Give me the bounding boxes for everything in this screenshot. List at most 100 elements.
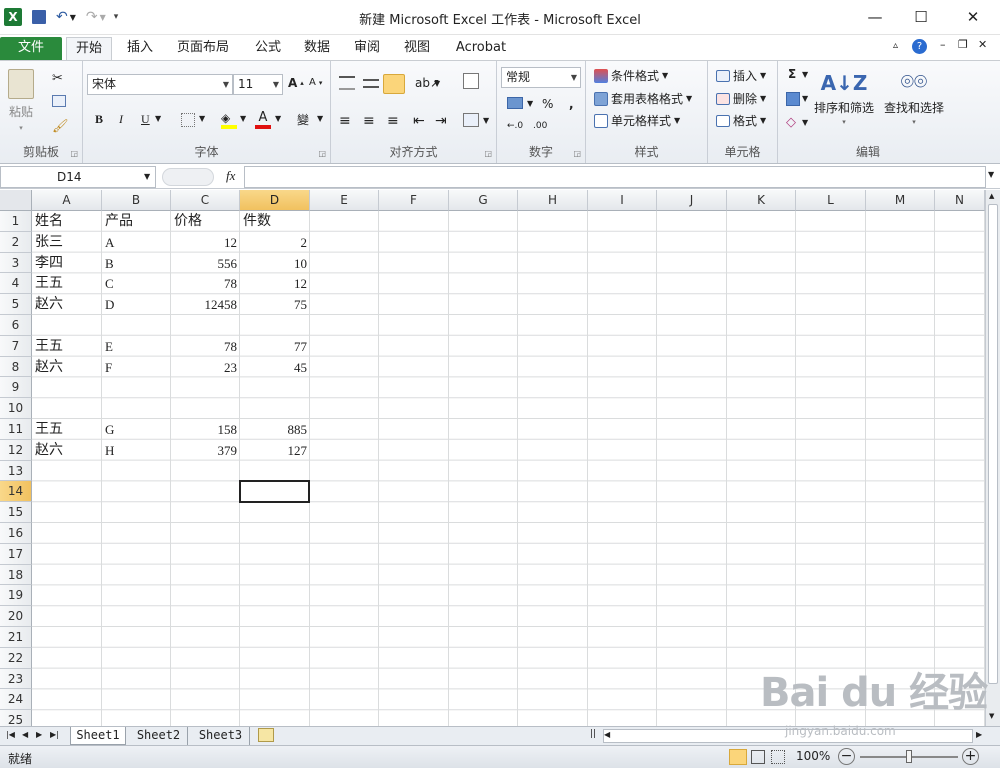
currency-dropdown-icon[interactable]: ▼	[527, 99, 533, 108]
normal-view-icon[interactable]	[729, 749, 747, 765]
wrap-text-icon[interactable]	[463, 73, 479, 89]
fill-icon[interactable]	[786, 92, 800, 106]
spreadsheet-grid[interactable]: ABCDEFGHIJKLMN 1 2 3 4 5 6 7 8 9 10 11 12 13 14 15 16 17…	[0, 190, 985, 726]
decrease-indent-icon[interactable]: ⇤	[413, 113, 425, 129]
sheet-tab-1[interactable]: Sheet1	[70, 727, 126, 745]
doc-close-icon[interactable]: ✕	[978, 38, 987, 51]
cell-c1[interactable]: 价格	[171, 211, 240, 232]
cell-d3[interactable]: 10	[240, 253, 310, 274]
scroll-left-icon[interactable]: ◀	[604, 730, 610, 739]
cell-c2[interactable]: 12	[171, 232, 240, 253]
font-launcher-icon[interactable]: ◲	[318, 149, 326, 158]
cell-b2[interactable]: A	[102, 232, 171, 253]
cell-b7[interactable]: E	[102, 336, 171, 357]
cell-c7[interactable]: 78	[171, 336, 240, 357]
zoom-out-icon[interactable]: −	[838, 748, 855, 765]
paste-button[interactable]: 粘贴 ▾	[8, 69, 34, 132]
cell-b5[interactable]: D	[102, 294, 171, 315]
align-middle-icon[interactable]	[363, 79, 379, 88]
shrink-font-icon[interactable]: A ▾	[309, 77, 322, 88]
format-cells-button[interactable]: 格式 ▼	[716, 112, 766, 129]
clipboard-launcher-icon[interactable]: ◲	[70, 149, 78, 158]
italic-button[interactable]: I	[119, 112, 123, 127]
next-sheet-icon[interactable]: ▶	[36, 730, 42, 739]
align-bottom-icon[interactable]	[383, 74, 405, 94]
tab-insert[interactable]: 插入	[118, 37, 162, 61]
cell-c11[interactable]: 158	[171, 419, 240, 440]
scroll-down-icon[interactable]: ▼	[989, 712, 994, 720]
cell-d4[interactable]: 12	[240, 273, 310, 294]
conditional-format-button[interactable]: 条件格式 ▼	[594, 67, 668, 84]
cell-a3[interactable]: 李四	[32, 253, 102, 274]
minimize-button[interactable]: —	[852, 0, 898, 34]
cell-a4[interactable]: 王五	[32, 273, 102, 294]
delete-cells-button[interactable]: 删除 ▼	[716, 90, 766, 107]
fill-color-dropdown-icon[interactable]: ▼	[240, 114, 246, 123]
zoom-slider-thumb[interactable]	[906, 750, 912, 763]
cell-c4[interactable]: 78	[171, 273, 240, 294]
cell-b3[interactable]: B	[102, 253, 171, 274]
tab-file[interactable]: 文件	[0, 37, 62, 61]
phonetic-icon[interactable]: 變	[297, 111, 309, 128]
cell-a7[interactable]: 王五	[32, 336, 102, 357]
cell-styles-button[interactable]: 单元格样式 ▼	[594, 112, 680, 129]
tab-view[interactable]: 视图	[395, 37, 439, 61]
cell-a1[interactable]: 姓名	[32, 211, 102, 232]
comma-button[interactable]: ,	[569, 97, 574, 111]
sheet-tab-3[interactable]: Sheet3	[192, 727, 250, 745]
tab-page-layout[interactable]: 页面布局	[170, 37, 236, 61]
name-box[interactable]: D14 ▼	[0, 166, 156, 188]
clear-icon[interactable]: ◇	[786, 115, 796, 130]
decrease-decimal-icon[interactable]: .00	[533, 121, 547, 131]
cell-c3[interactable]: 556	[171, 253, 240, 274]
format-as-table-button[interactable]: 套用表格格式 ▼	[594, 90, 692, 107]
number-launcher-icon[interactable]: ◲	[573, 149, 581, 158]
name-box-dropdown-icon[interactable]: ▼	[144, 172, 150, 181]
tab-review[interactable]: 审阅	[345, 37, 389, 61]
insert-function-button[interactable]: fx	[226, 168, 235, 184]
font-size-combo[interactable]: 11 ▼	[233, 74, 283, 95]
cell-a8[interactable]: 赵六	[32, 357, 102, 378]
prev-sheet-icon[interactable]: ◀	[22, 730, 28, 739]
cell-d7[interactable]: 77	[240, 336, 310, 357]
underline-button[interactable]: U	[141, 112, 150, 127]
copy-icon[interactable]	[52, 95, 66, 107]
cell-a12[interactable]: 赵六	[32, 440, 102, 461]
merge-center-icon[interactable]	[463, 113, 479, 127]
orientation-dropdown-icon[interactable]: ▼	[434, 79, 440, 88]
fill-dropdown-icon[interactable]: ▼	[802, 94, 808, 103]
cell-d1[interactable]: 件数	[240, 211, 310, 232]
vertical-scroll-thumb[interactable]	[988, 204, 998, 684]
grow-font-icon[interactable]: A ▴	[288, 76, 304, 90]
zoom-level[interactable]: 100%	[796, 749, 830, 763]
insert-sheet-icon[interactable]	[258, 728, 274, 742]
cell-c12[interactable]: 379	[171, 440, 240, 461]
font-name-combo[interactable]: 宋体 ▼	[87, 74, 233, 95]
scroll-up-icon[interactable]: ▲	[989, 192, 994, 200]
cell-b4[interactable]: C	[102, 273, 171, 294]
bold-button[interactable]: B	[95, 112, 103, 127]
percent-button[interactable]: %	[542, 97, 553, 111]
page-layout-view-icon[interactable]	[751, 750, 765, 764]
tab-home[interactable]: 开始	[66, 37, 112, 61]
maximize-button[interactable]: ☐	[898, 0, 944, 34]
cell-b12[interactable]: H	[102, 440, 171, 461]
sort-filter-button[interactable]: A↓Z 排序和筛选 ▾	[814, 69, 874, 126]
autosum-button[interactable]: Σ	[788, 67, 796, 81]
expand-formula-icon[interactable]: ▼	[988, 170, 994, 179]
increase-decimal-icon[interactable]: ←.0	[507, 121, 523, 131]
cell-c8[interactable]: 23	[171, 357, 240, 378]
borders-dropdown-icon[interactable]: ▼	[199, 114, 205, 123]
last-sheet-icon[interactable]: ▶|	[50, 730, 59, 739]
help-icon[interactable]: ?	[912, 39, 927, 54]
number-format-combo[interactable]: 常规 ▼	[501, 67, 581, 88]
find-select-button[interactable]: ⌾⌾ 查找和选择 ▾	[884, 69, 944, 126]
sheet-tab-2[interactable]: Sheet2	[130, 727, 188, 745]
cell-d12[interactable]: 127	[240, 440, 310, 461]
align-center-icon[interactable]: ≡	[363, 113, 375, 129]
increase-indent-icon[interactable]: ⇥	[435, 113, 447, 129]
format-painter-icon[interactable]: 🖌	[52, 119, 69, 134]
autosum-dropdown-icon[interactable]: ▼	[802, 70, 808, 79]
font-color-dropdown-icon[interactable]: ▼	[275, 114, 281, 123]
tab-data[interactable]: 数据	[295, 37, 339, 61]
